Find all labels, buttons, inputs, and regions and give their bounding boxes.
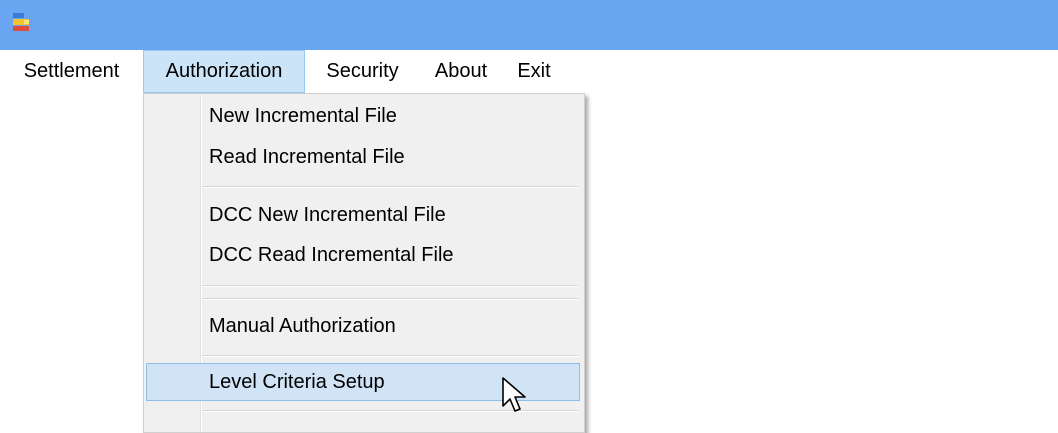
menu-exit[interactable]: Exit (508, 50, 560, 93)
menuitem-manual-authorization[interactable]: Manual Authorization (146, 307, 580, 345)
menu-about[interactable]: About (420, 50, 502, 93)
menuitem-dcc-read-incremental-file[interactable]: DCC Read Incremental File (146, 236, 580, 274)
menu-authorization[interactable]: Authorization (143, 50, 305, 93)
menuitem-dcc-new-incremental-file[interactable]: DCC New Incremental File (146, 196, 580, 234)
menuitem-read-incremental-file[interactable]: Read Incremental File (146, 138, 580, 176)
menu-bar: Settlement Authorization Security About … (0, 50, 1058, 93)
menu-settlement[interactable]: Settlement (0, 50, 143, 93)
menu-security[interactable]: Security (313, 50, 412, 93)
title-bar (0, 0, 1058, 50)
menu-separator (202, 285, 578, 287)
menu-separator (202, 186, 578, 188)
menu-separator (202, 298, 578, 300)
app-icon[interactable] (11, 11, 33, 33)
menuitem-new-incremental-file[interactable]: New Incremental File (146, 97, 580, 135)
arrow-cursor-icon (502, 377, 526, 412)
menu-separator (202, 355, 578, 357)
